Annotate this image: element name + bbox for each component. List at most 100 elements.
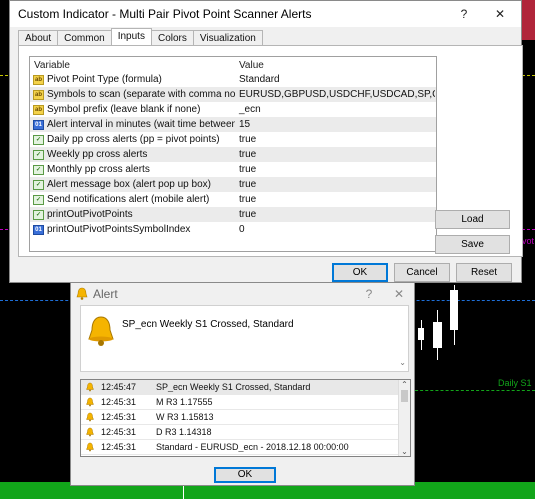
candle bbox=[450, 290, 458, 330]
input-value[interactable]: 15 bbox=[235, 119, 435, 130]
alert-close-button[interactable]: ✕ bbox=[384, 287, 414, 301]
alert-message-text: SP_ecn Weekly S1 Crossed, Standard bbox=[122, 319, 294, 330]
alert-log-message: SP_ecn Weekly S1 Crossed, Standard bbox=[156, 382, 311, 392]
input-variable-cell: ab Symbols to scan (separate with comma n… bbox=[30, 89, 235, 100]
tab-inputs[interactable]: Inputs bbox=[110, 28, 152, 45]
cancel-button[interactable]: Cancel bbox=[394, 263, 450, 282]
alert-help-button[interactable]: ? bbox=[354, 287, 384, 301]
input-value[interactable]: true bbox=[235, 134, 435, 145]
tab-about[interactable]: About bbox=[18, 30, 59, 46]
alert-ok-button[interactable]: OK bbox=[214, 467, 276, 483]
input-row[interactable]: ab Symbol prefix (leave blank if none) _ec… bbox=[30, 102, 436, 117]
help-button[interactable]: ? bbox=[449, 7, 479, 21]
input-value[interactable]: true bbox=[235, 179, 435, 190]
input-variable-cell: ✓ Daily pp cross alerts (pp = pivot point… bbox=[30, 134, 235, 145]
ok-button[interactable]: OK bbox=[332, 263, 388, 282]
input-value[interactable]: true bbox=[235, 194, 435, 205]
string-type-icon: ab bbox=[33, 104, 44, 115]
candle bbox=[433, 322, 442, 348]
indicator-dialog-titlebar: Custom Indicator - Multi Pair Pivot Poin… bbox=[10, 1, 521, 27]
message-scroll-arrow-icon[interactable]: ⌄ bbox=[399, 358, 406, 367]
save-button[interactable]: Save bbox=[435, 235, 510, 254]
input-value[interactable]: EURUSD,GBPUSD,USDCHF,USDCAD,SP,CL bbox=[235, 89, 435, 100]
alert-log-body: 12:45:47 SP_ecn Weekly S1 Crossed, Standa… bbox=[81, 380, 410, 455]
tab-visualization[interactable]: Visualization bbox=[192, 30, 263, 46]
input-variable-name: Pivot Point Type (formula) bbox=[47, 74, 162, 85]
input-value[interactable]: true bbox=[235, 164, 435, 175]
alert-log-message: M R3 1.17555 bbox=[156, 397, 213, 407]
alert-log-row[interactable]: 12:45:47 SP_ecn Weekly S1 Crossed, Standa… bbox=[81, 380, 410, 395]
input-value[interactable]: Standard bbox=[235, 74, 435, 85]
close-button[interactable]: ✕ bbox=[479, 7, 521, 21]
alert-log-row[interactable]: 12:45:31 M R3 1.17555 bbox=[81, 395, 410, 410]
input-row[interactable]: ✓ Alert message box (alert pop up box) tru… bbox=[30, 177, 436, 192]
input-variable-cell: ✓ Alert message box (alert pop up box) bbox=[30, 179, 235, 190]
column-header-value[interactable]: Value bbox=[235, 57, 264, 72]
input-variable-cell: ✓ Send notifications alert (mobile alert) bbox=[30, 194, 235, 205]
alert-log-time-cell: 12:45:31 bbox=[81, 397, 156, 407]
indicator-dialog-title: Custom Indicator - Multi Pair Pivot Poin… bbox=[18, 7, 312, 21]
log-scrollbar[interactable]: ⌃ ⌄ bbox=[398, 380, 410, 456]
alert-log-row[interactable]: 12:45:31 D R3 1.14318 bbox=[81, 425, 410, 440]
scroll-down-icon[interactable]: ⌄ bbox=[399, 447, 410, 456]
input-value[interactable]: 0 bbox=[235, 224, 435, 235]
input-row[interactable]: 01 printOutPivotPointsSymbolIndex 0 bbox=[30, 222, 436, 237]
input-variable-cell: ab Pivot Point Type (formula) bbox=[30, 74, 235, 85]
input-variable-cell: ✓ printOutPivotPoints bbox=[30, 209, 235, 220]
input-variable-name: printOutPivotPointsSymbolIndex bbox=[47, 224, 191, 235]
input-variable-name: printOutPivotPoints bbox=[47, 209, 133, 220]
input-value[interactable]: true bbox=[235, 209, 435, 220]
input-row[interactable]: ✓ printOutPivotPoints true bbox=[30, 207, 436, 222]
candle-wick bbox=[183, 486, 184, 499]
input-row[interactable]: ✓ Daily pp cross alerts (pp = pivot point… bbox=[30, 132, 436, 147]
input-row[interactable]: ✓ Weekly pp cross alerts true bbox=[30, 147, 436, 162]
alert-bell-icon bbox=[84, 314, 118, 348]
input-row[interactable]: ✓ Monthly pp cross alerts true bbox=[30, 162, 436, 177]
alert-log-time: 12:45:31 bbox=[101, 427, 137, 437]
chart-line-daily-s1 bbox=[410, 390, 535, 391]
inputs-table-body: ab Pivot Point Type (formula) Standard ab Sy… bbox=[30, 72, 436, 237]
input-variable-name: Daily pp cross alerts (pp = pivot points… bbox=[47, 134, 220, 145]
input-variable-cell: 01 printOutPivotPointsSymbolIndex bbox=[30, 224, 235, 235]
alert-log-time: 12:45:31 bbox=[101, 412, 137, 422]
alert-log-time: 12:45:31 bbox=[101, 442, 137, 452]
bool-type-icon: ✓ bbox=[33, 209, 44, 220]
alert-log-time-cell: 12:45:31 bbox=[81, 427, 156, 437]
alert-message-pane: SP_ecn Weekly S1 Crossed, Standard ⌄ bbox=[80, 305, 409, 372]
input-row[interactable]: ✓ Send notifications alert (mobile alert)… bbox=[30, 192, 436, 207]
input-row[interactable]: ab Symbols to scan (separate with comma n… bbox=[30, 87, 436, 102]
alert-log-row[interactable]: 12:45:31 W R3 1.15813 bbox=[81, 410, 410, 425]
input-variable-cell: 01 Alert interval in minutes (wait time b… bbox=[30, 119, 235, 130]
alert-log-time-cell: 12:45:31 bbox=[81, 412, 156, 422]
reset-button[interactable]: Reset bbox=[456, 263, 512, 282]
input-value[interactable]: true bbox=[235, 149, 435, 160]
load-button[interactable]: Load bbox=[435, 210, 510, 229]
input-variable-cell: ✓ Monthly pp cross alerts bbox=[30, 164, 235, 175]
input-variable-name: Alert message box (alert pop up box) bbox=[47, 179, 211, 190]
input-row[interactable]: 01 Alert interval in minutes (wait time b… bbox=[30, 117, 436, 132]
alert-bell-icon bbox=[86, 412, 94, 422]
indicator-dialog: Custom Indicator - Multi Pair Pivot Poin… bbox=[9, 0, 523, 283]
scroll-thumb[interactable] bbox=[401, 390, 408, 402]
column-header-variable[interactable]: Variable bbox=[30, 57, 235, 72]
bool-type-icon: ✓ bbox=[33, 179, 44, 190]
scroll-up-icon[interactable]: ⌃ bbox=[399, 380, 410, 389]
alert-log-time-cell: 12:45:47 bbox=[81, 382, 156, 392]
tab-common[interactable]: Common bbox=[57, 30, 112, 46]
input-variable-name: Send notifications alert (mobile alert) bbox=[47, 194, 210, 205]
alert-dialog-title: Alert bbox=[93, 287, 118, 301]
alert-dialog-titlebar: Alert ? ✕ bbox=[71, 283, 414, 305]
bool-type-icon: ✓ bbox=[33, 134, 44, 145]
string-type-icon: ab bbox=[33, 74, 44, 85]
alert-bell-icon bbox=[86, 397, 94, 407]
tab-colors[interactable]: Colors bbox=[150, 30, 194, 46]
string-type-icon: ab bbox=[33, 89, 44, 100]
bool-type-icon: ✓ bbox=[33, 149, 44, 160]
alert-log-row[interactable]: 12:45:31 Standard - EURUSD_ecn - 2018.12.… bbox=[81, 440, 410, 455]
alert-title-bell-icon bbox=[75, 287, 89, 301]
candle bbox=[418, 328, 424, 340]
input-variable-name: Weekly pp cross alerts bbox=[47, 149, 148, 160]
alert-log-message: Standard - EURUSD_ecn - 2018.12.18 00:00… bbox=[156, 442, 349, 452]
input-value[interactable]: _ecn bbox=[235, 104, 435, 115]
input-row[interactable]: ab Pivot Point Type (formula) Standard bbox=[30, 72, 436, 87]
